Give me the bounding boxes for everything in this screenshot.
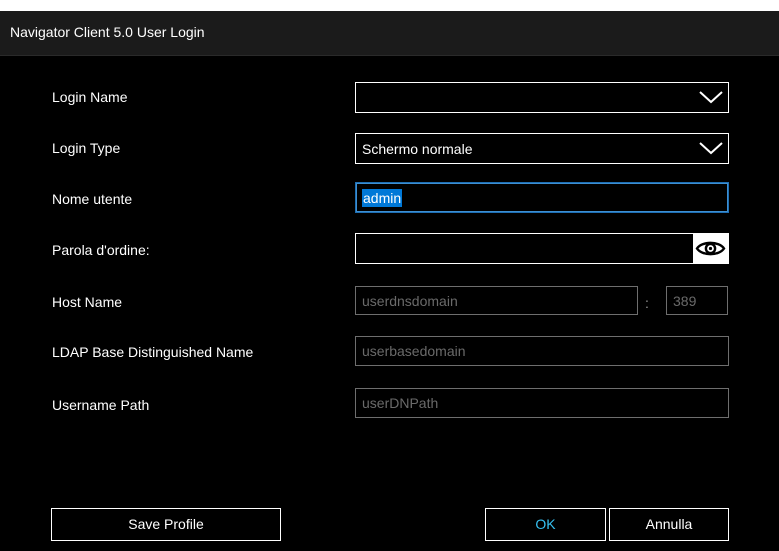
port-separator: : — [645, 295, 649, 311]
chevron-down-icon[interactable] — [698, 87, 724, 107]
username-label: Nome utente — [52, 191, 133, 207]
window-title: Navigator Client 5.0 User Login — [10, 24, 205, 40]
password-input[interactable] — [355, 233, 729, 264]
login-type-dropdown[interactable]: Schermo normale — [355, 133, 729, 164]
host-name-label: Host Name — [52, 294, 123, 310]
login-type-value: Schermo normale — [362, 141, 473, 157]
login-dialog: Navigator Client 5.0 User Login Login Na… — [0, 11, 779, 551]
port-placeholder: 389 — [673, 293, 697, 309]
ok-button[interactable]: OK — [485, 508, 606, 541]
save-profile-button[interactable]: Save Profile — [51, 508, 281, 541]
eye-icon — [695, 241, 726, 256]
title-bar[interactable]: Navigator Client 5.0 User Login — [0, 11, 779, 56]
cancel-button[interactable]: Annulla — [609, 508, 729, 541]
login-name-label: Login Name — [52, 89, 128, 105]
login-name-dropdown[interactable] — [355, 82, 729, 113]
username-input[interactable]: admin — [355, 182, 729, 213]
ldap-base-dn-placeholder: userbasedomain — [362, 343, 466, 359]
username-path-input[interactable]: userDNPath — [355, 388, 729, 418]
password-label: Parola d'ordine: — [52, 242, 150, 258]
host-name-input[interactable]: userdnsdomain — [355, 286, 638, 315]
port-input[interactable]: 389 — [666, 286, 728, 315]
host-name-placeholder: userdnsdomain — [362, 293, 458, 309]
ldap-base-dn-label: LDAP Base Distinguished Name — [52, 344, 254, 360]
username-path-label: Username Path — [52, 397, 150, 413]
ldap-base-dn-input[interactable]: userbasedomain — [355, 336, 729, 366]
username-value: admin — [362, 189, 403, 207]
chevron-down-icon[interactable] — [698, 138, 724, 158]
login-type-label: Login Type — [52, 140, 121, 156]
show-password-button[interactable] — [693, 234, 728, 263]
username-path-placeholder: userDNPath — [362, 395, 439, 411]
